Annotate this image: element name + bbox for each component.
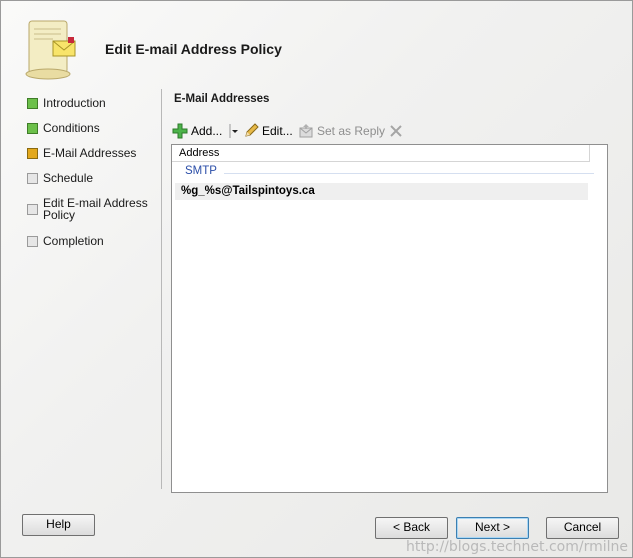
cancel-button[interactable]: Cancel — [546, 517, 619, 539]
group-separator — [224, 173, 594, 174]
step-label: Completion — [43, 234, 104, 248]
list-item[interactable]: %g_%s@Tailspintoys.ca — [175, 183, 588, 200]
scroll-policy-icon — [25, 20, 76, 80]
delete-icon — [390, 125, 402, 137]
help-button[interactable]: Help — [22, 514, 95, 536]
step-status-icon — [27, 204, 38, 215]
step-label: Conditions — [43, 121, 100, 135]
group-header-smtp: SMTP — [185, 165, 217, 177]
delete-button[interactable] — [388, 121, 404, 141]
step-label: Introduction — [43, 96, 106, 110]
add-label: Add... — [191, 124, 223, 138]
wizard-title: Edit E-mail Address Policy — [105, 41, 282, 57]
step-completion: Completion — [27, 235, 157, 260]
address-value: %g_%s@Tailspintoys.ca — [181, 185, 315, 197]
back-button[interactable]: < Back — [375, 517, 448, 539]
set-as-reply-icon — [299, 124, 313, 138]
step-label: Schedule — [43, 171, 94, 185]
step-status-icon — [27, 148, 38, 159]
vertical-divider — [161, 89, 162, 489]
add-icon — [172, 123, 188, 139]
set-as-reply-button[interactable]: Set as Reply — [298, 121, 385, 141]
step-email-addresses: E-Mail Addresses — [27, 147, 157, 172]
step-status-icon — [27, 236, 38, 247]
edit-label: Edit... — [262, 124, 293, 138]
step-status-icon — [27, 98, 38, 109]
add-dropdown-button[interactable] — [229, 121, 239, 141]
add-button[interactable]: Add... — [172, 121, 222, 141]
step-status-icon — [27, 173, 38, 184]
address-list[interactable]: Address SMTP %g_%s@Tailspintoys.ca — [171, 144, 608, 493]
dropdown-arrow-icon — [229, 124, 238, 138]
pencil-icon — [245, 123, 259, 137]
wizard-steps: Introduction Conditions E-Mail Addresses… — [27, 97, 157, 260]
step-edit-policy: Edit E-mail Address Policy — [27, 197, 157, 235]
step-label: E-Mail Addresses — [43, 146, 137, 160]
edit-button[interactable]: Edit... — [243, 121, 293, 141]
column-header-address[interactable]: Address — [172, 145, 590, 162]
watermark: http://blogs.technet.com/rmilne — [406, 539, 628, 555]
step-schedule: Schedule — [27, 172, 157, 197]
step-status-icon — [27, 123, 38, 134]
wizard-window: Edit E-mail Address Policy Introduction … — [0, 0, 633, 558]
step-label: Edit E-mail Address Policy — [43, 196, 148, 222]
step-conditions: Conditions — [27, 122, 157, 147]
set-as-reply-label: Set as Reply — [317, 124, 386, 138]
toolbar: Add... Edit... Set as Reply — [172, 121, 592, 141]
section-title: E-Mail Addresses — [174, 93, 270, 105]
next-button[interactable]: Next > — [456, 517, 529, 539]
step-introduction: Introduction — [27, 97, 157, 122]
